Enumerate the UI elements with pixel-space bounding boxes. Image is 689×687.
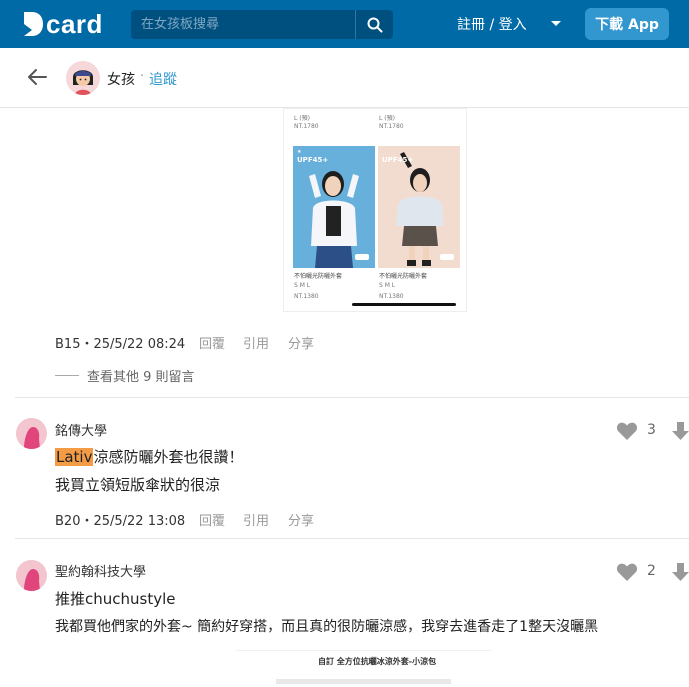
view-more-label: 查看其他 9 則留言 [87,370,195,385]
badge-small-left: ★ [297,149,302,155]
product-price-left: NT.1380 [294,293,319,300]
share-button[interactable]: 分享 [288,333,314,352]
search-button[interactable] [355,10,393,39]
search-icon [367,17,382,32]
download-app-button[interactable]: 下載 App [585,8,669,40]
share-button[interactable]: 分享 [288,510,314,529]
comment-image[interactable]: 自訂 全方位抗曬冰涼外套-小涼包 [236,650,491,687]
avatar[interactable] [16,560,47,591]
product-sizes-right: S M L [379,282,396,289]
comment-text: 涼感防曬外套也很讚！ [93,448,244,466]
product-caption-right: 不怕曬光防曬外套 [379,273,428,280]
quote-button[interactable]: 引用 [243,510,269,529]
comment-body-line2: 我都買他們家的外套~ 簡約好穿搭，而且真的很防曬涼感，我穿去進香走了1整天沒曬黑 [55,619,599,635]
reply-floor-time: B15・25/5/22 08:24 [55,337,186,352]
comment-school: 銘傳大學 [55,424,108,439]
comment-body-line1: Lativ涼感防曬外套也很讚！ [55,446,244,467]
female-avatar-icon [16,560,47,591]
quote-button[interactable]: 引用 [243,333,269,352]
comment-divider [15,538,689,539]
girl-avatar-icon [66,61,100,95]
comment-body-line1: 推推chuchustyle [55,590,176,608]
dcard-logo-icon [24,12,43,36]
view-more-line [55,375,79,376]
forum-header: 女孩 · 追蹤 [0,48,689,108]
product-photo-left: ★ UPF45+ [293,146,375,268]
top-nav-bar: card 註冊 / 登入 下載 App [0,0,689,48]
reply-button[interactable]: 回覆 [199,333,225,352]
back-arrow-icon[interactable] [26,68,48,86]
search-bar [131,10,393,39]
separator-dot: · [140,69,145,84]
product-price-right: NT.1380 [379,293,404,300]
price-text-left-top: NT.1780 [294,123,319,130]
search-input[interactable] [131,10,355,39]
product-caption-left: 不怕曬光防曬外套 [294,273,343,280]
comment-image-text-line [276,679,451,684]
upf-badge-right: UPF45+ [382,156,414,164]
size-text-right: L (預) [379,115,395,122]
dislike-arrow-icon[interactable] [672,562,689,582]
female-avatar-icon [16,418,47,449]
like-count: 2 [647,563,656,579]
home-indicator-bar [352,303,456,306]
dcard-logo[interactable]: card [22,10,103,38]
dislike-arrow-icon[interactable] [672,421,689,441]
heart-icon[interactable] [616,562,638,582]
comment-school: 聖約翰科技大學 [55,565,147,580]
avatar[interactable] [16,418,47,449]
forum-avatar[interactable] [66,61,100,95]
follow-button[interactable]: 追蹤 [149,69,177,89]
highlighted-keyword[interactable]: Lativ [55,448,94,466]
size-text-left: L (預) [294,115,310,122]
product-sizes-left: S M L [294,282,311,289]
comment-divider [15,397,689,398]
chevron-down-icon[interactable] [550,20,562,28]
product-photo-right: UPF45+ [378,146,460,268]
comment-floor-time: B20・25/5/22 13:08 [55,514,186,529]
upf-badge-left: UPF45+ [297,156,329,164]
view-more-replies[interactable]: 查看其他 9 則留言 [55,366,195,385]
logo-text: card [46,9,103,39]
comment-image-caption: 自訂 全方位抗曬冰涼外套-小涼包 [318,657,437,666]
forum-name[interactable]: 女孩 [107,69,135,89]
reply-button[interactable]: 回覆 [199,510,225,529]
reply-image[interactable]: L (預) L (預) NT.1780 NT.1780 ★ UPF45+ UPF… [283,108,467,312]
login-link[interactable]: 註冊 / 登入 [457,14,527,34]
heart-icon[interactable] [616,421,638,441]
like-count: 3 [647,422,656,438]
comment-body-line2: 我買立領短版傘狀的很涼 [55,476,221,494]
price-text-right-top: NT.1780 [379,123,404,130]
